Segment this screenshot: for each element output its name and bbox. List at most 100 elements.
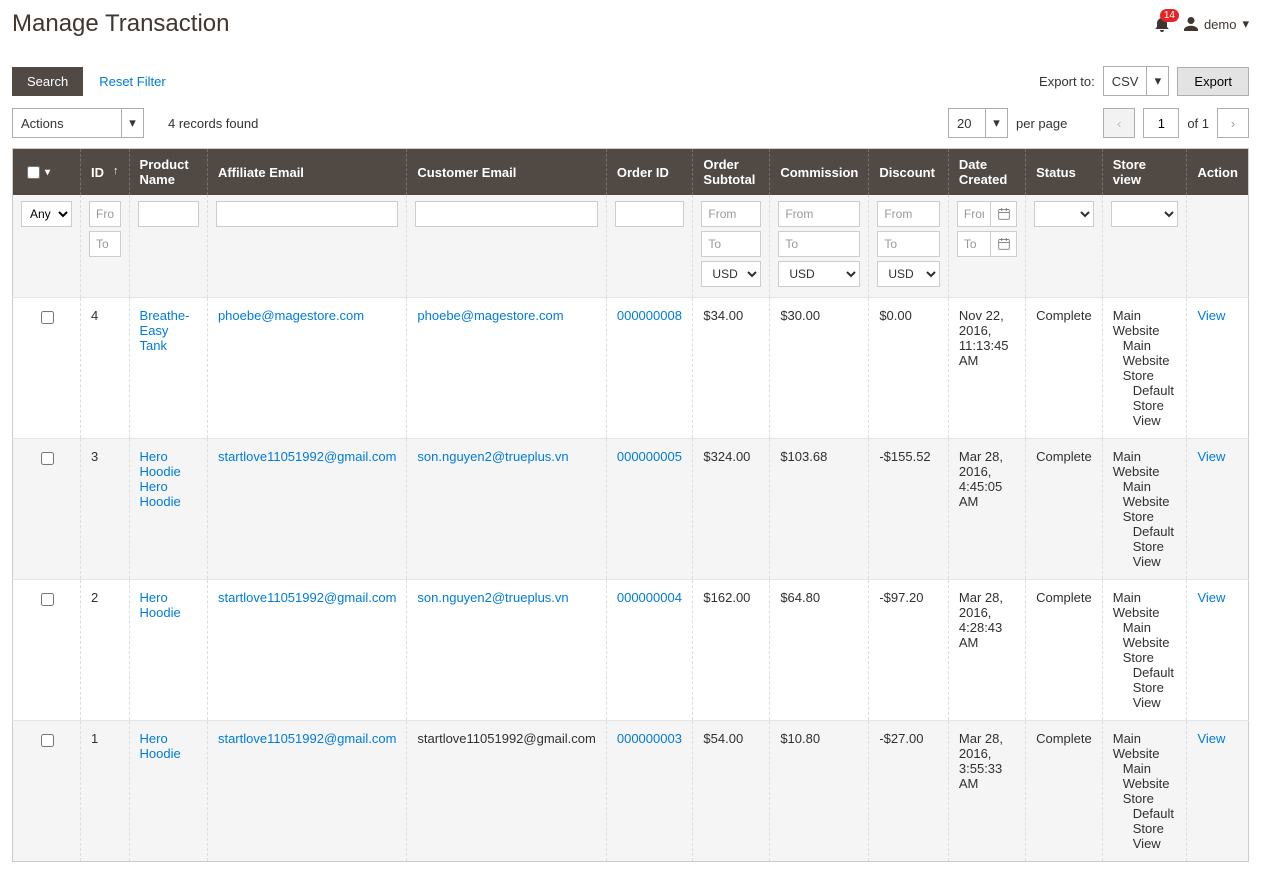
cell-discount: -$97.20 [869,580,949,721]
search-button[interactable]: Search [12,67,83,96]
aff-email-link[interactable]: startlove11051992@gmail.com [218,731,396,746]
filter-date-to[interactable] [957,231,991,257]
view-link[interactable]: View [1197,449,1225,464]
product-link[interactable]: Hero Hoodie [140,449,181,479]
product-link[interactable]: Hero Hoodie [140,731,181,761]
export-format-select[interactable]: CSV [1103,66,1148,96]
col-date[interactable]: Date Created [948,149,1025,196]
filter-disc-to[interactable] [877,231,940,257]
date-from-picker[interactable] [991,201,1017,227]
col-commission[interactable]: Commission [770,149,869,196]
cell-status: Complete [1026,298,1103,439]
actions-caret[interactable]: ▾ [122,108,144,138]
filter-aff-email[interactable] [216,201,398,227]
cell-product: Hero Hoodie [129,721,207,862]
filter-store[interactable] [1111,201,1179,227]
reset-filter-link[interactable]: Reset Filter [99,74,165,89]
export-to-label: Export to: [1039,74,1095,89]
filter-comm-to[interactable] [778,231,860,257]
prev-page-button[interactable]: ‹ [1103,108,1135,138]
select-all-checkbox[interactable] [27,166,40,179]
view-link[interactable]: View [1197,731,1225,746]
filter-comm-from[interactable] [778,201,860,227]
order-id-link[interactable]: 000000005 [617,449,682,464]
filter-product[interactable] [138,201,199,227]
cell-aff-email: startlove11051992@gmail.com [207,439,406,580]
cell-product: Hero Hoodie [129,580,207,721]
cell-commission: $10.80 [770,721,869,862]
select-all-caret[interactable]: ▾ [45,167,50,178]
cell-status: Complete [1026,439,1103,580]
page-input[interactable] [1143,108,1179,138]
filter-subtotal-to[interactable] [701,231,761,257]
filter-massaction[interactable]: Any [21,201,72,227]
actions-select[interactable]: Actions [12,108,122,138]
aff-email-link[interactable]: startlove11051992@gmail.com [218,590,396,605]
user-menu[interactable]: demo ▾ [1184,16,1249,32]
cell-status: Complete [1026,580,1103,721]
col-product[interactable]: Product Name [129,149,207,196]
filter-id-to[interactable] [89,231,121,257]
filter-subtotal-from[interactable] [701,201,761,227]
col-subtotal[interactable]: Order Subtotal [693,149,770,196]
user-label: demo [1204,17,1237,32]
view-link[interactable]: View [1197,308,1225,323]
page-title: Manage Transaction [12,10,229,38]
cell-discount: $0.00 [869,298,949,439]
row-checkbox[interactable] [41,452,54,465]
cust-email-link[interactable]: son.nguyen2@trueplus.vn [417,590,568,605]
filter-order-id[interactable] [615,201,685,227]
notif-badge: 14 [1160,9,1179,22]
col-cust-email[interactable]: Customer Email [407,149,606,196]
export-format-caret[interactable]: ▾ [1147,66,1169,96]
order-id-link[interactable]: 000000004 [617,590,682,605]
cell-product: Breathe-Easy Tank [129,298,207,439]
cell-action: View [1187,721,1249,862]
date-to-picker[interactable] [991,231,1017,257]
cell-aff-email: startlove11051992@gmail.com [207,580,406,721]
col-id[interactable]: ID ↑ [81,149,130,196]
filter-id-from[interactable] [89,201,121,227]
cell-date: Nov 22, 2016, 11:13:45 AM [948,298,1025,439]
cell-aff-email: startlove11051992@gmail.com [207,721,406,862]
notifications-button[interactable]: 14 [1154,16,1170,32]
per-page-select[interactable]: 20 [948,108,986,138]
filter-disc-from[interactable] [877,201,940,227]
cell-id: 4 [81,298,130,439]
cell-subtotal: $324.00 [693,439,770,580]
cell-order-id: 000000004 [606,580,693,721]
col-order-id[interactable]: Order ID [606,149,693,196]
cust-email-link[interactable]: son.nguyen2@trueplus.vn [417,449,568,464]
order-id-link[interactable]: 000000003 [617,731,682,746]
row-checkbox[interactable] [41,734,54,747]
cell-subtotal: $34.00 [693,298,770,439]
product-link[interactable]: Hero Hoodie [140,479,181,509]
cell-action: View [1187,298,1249,439]
view-link[interactable]: View [1197,590,1225,605]
filter-comm-currency[interactable]: USD [778,261,860,287]
product-link[interactable]: Breathe-Easy Tank [140,308,190,353]
order-id-link[interactable]: 000000008 [617,308,682,323]
per-page-caret[interactable]: ▾ [986,108,1008,138]
export-button[interactable]: Export [1177,67,1249,96]
filter-status[interactable] [1034,201,1094,227]
row-checkbox[interactable] [41,593,54,606]
col-aff-email[interactable]: Affiliate Email [207,149,406,196]
cust-email-link[interactable]: phoebe@magestore.com [417,308,563,323]
cell-subtotal: $54.00 [693,721,770,862]
filter-cust-email[interactable] [415,201,597,227]
filter-disc-currency[interactable]: USD [877,261,940,287]
aff-email-link[interactable]: phoebe@magestore.com [218,308,364,323]
col-discount[interactable]: Discount [869,149,949,196]
filter-date-from[interactable] [957,201,991,227]
cell-cust-email: startlove11051992@gmail.com [407,721,606,862]
product-link[interactable]: Hero Hoodie [140,590,181,620]
next-page-button[interactable]: › [1217,108,1249,138]
col-store[interactable]: Store view [1102,149,1187,196]
col-status[interactable]: Status [1026,149,1103,196]
cell-store: Main WebsiteMain Website StoreDefault St… [1102,721,1187,862]
filter-subtotal-currency[interactable]: USD [701,261,761,287]
page-total: of 1 [1187,116,1209,131]
row-checkbox[interactable] [41,311,54,324]
aff-email-link[interactable]: startlove11051992@gmail.com [218,449,396,464]
